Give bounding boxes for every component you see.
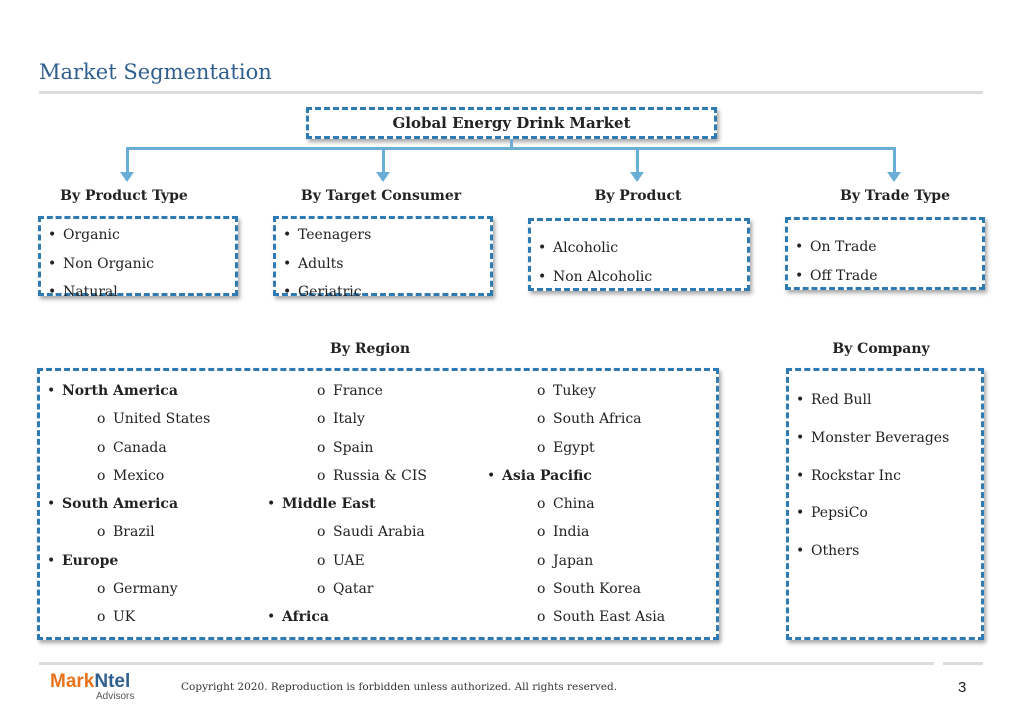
list-item: Rockstar Inc	[789, 458, 981, 496]
list-item: Others	[789, 533, 981, 571]
company-heading: By Company	[832, 341, 930, 357]
region-item: South Korea	[480, 575, 665, 603]
segment-box-target-consumer: Teenagers Adults Geriatric	[273, 216, 493, 306]
region-item: China	[480, 490, 665, 518]
company-box: Red Bull Monster Beverages Rockstar Inc …	[786, 368, 984, 640]
region-item: South Africa	[480, 405, 665, 433]
segment-heading-product-type: By Product Type	[60, 188, 188, 204]
region-item: UK	[40, 603, 210, 631]
list-item: Monster Beverages	[789, 420, 981, 458]
list-item: On Trade	[788, 233, 982, 262]
region-item: Russia & CIS	[260, 462, 427, 490]
region-column-3: Tukey South Africa Egypt Asia Pacific Ch…	[480, 377, 665, 632]
list-item: Adults	[276, 250, 490, 279]
copyright-text: Copyright 2020. Reproduction is forbidde…	[181, 681, 618, 693]
list-item: Non Organic	[41, 250, 235, 279]
arrowhead-2	[376, 172, 390, 182]
list-item: PepsiCo	[789, 495, 981, 533]
arrowhead-4	[887, 172, 901, 182]
region-item: Japan	[480, 547, 665, 575]
list-item: Non Alcoholic	[531, 263, 747, 292]
root-node: Global Energy Drink Market	[306, 107, 717, 139]
page-number: 3	[958, 679, 967, 696]
region-item: South America	[40, 490, 210, 518]
region-item: Egypt	[480, 434, 665, 462]
region-item: Mexico	[40, 462, 210, 490]
region-item: Europe	[40, 547, 210, 575]
segment-heading-trade-type: By Trade Type	[840, 188, 950, 204]
arrowhead-3	[630, 172, 644, 182]
footer-divider-short	[943, 662, 983, 665]
logo-ntel-text: Ntel	[94, 671, 131, 692]
list-item: Organic	[41, 221, 235, 250]
region-item: Germany	[40, 575, 210, 603]
region-item: Africa	[260, 603, 427, 631]
connector-horizontal	[126, 147, 896, 150]
region-item: North America	[40, 377, 210, 405]
arrowhead-1	[120, 172, 134, 182]
region-item: Middle East	[260, 490, 427, 518]
logo-sub-text: Advisors	[96, 691, 135, 702]
connector-drop-4	[893, 147, 896, 173]
region-item: Brazil	[40, 518, 210, 546]
segment-heading-product: By Product	[594, 188, 682, 204]
region-item: Spain	[260, 434, 427, 462]
region-item: United States	[40, 405, 210, 433]
list-item: Geriatric	[276, 278, 490, 307]
region-item: France	[260, 377, 427, 405]
segment-box-trade-type: On Trade Off Trade	[785, 217, 985, 290]
connector-drop-1	[126, 147, 129, 173]
region-item: Qatar	[260, 575, 427, 603]
region-item: South East Asia	[480, 603, 665, 631]
segment-box-product-type: Organic Non Organic Natural	[38, 216, 238, 306]
region-item: India	[480, 518, 665, 546]
region-item: Italy	[260, 405, 427, 433]
list-item: Off Trade	[788, 262, 982, 291]
list-item: Alcoholic	[531, 234, 747, 263]
region-item: Canada	[40, 434, 210, 462]
segment-box-product: Alcoholic Non Alcoholic	[528, 218, 750, 291]
connector-drop-2	[382, 147, 385, 173]
region-item: Saudi Arabia	[260, 518, 427, 546]
list-item: Red Bull	[789, 382, 981, 420]
region-column-1: North America United States Canada Mexic…	[40, 377, 210, 632]
region-column-2: France Italy Spain Russia & CIS Middle E…	[260, 377, 427, 632]
footer-divider	[39, 662, 934, 665]
marknitel-logo: MarkNtel Advisors	[50, 671, 134, 702]
list-item: Teenagers	[276, 221, 490, 250]
region-heading: By Region	[329, 341, 410, 357]
list-item: Natural	[41, 278, 235, 307]
region-item: Asia Pacific	[480, 462, 665, 490]
logo-mark-text: Mark	[50, 671, 95, 692]
region-item: Tukey	[480, 377, 665, 405]
connector-drop-3	[636, 147, 639, 173]
segment-heading-target-consumer: By Target Consumer	[300, 188, 462, 204]
page-title: Market Segmentation	[39, 60, 272, 84]
region-item: UAE	[260, 547, 427, 575]
title-divider	[39, 91, 983, 94]
